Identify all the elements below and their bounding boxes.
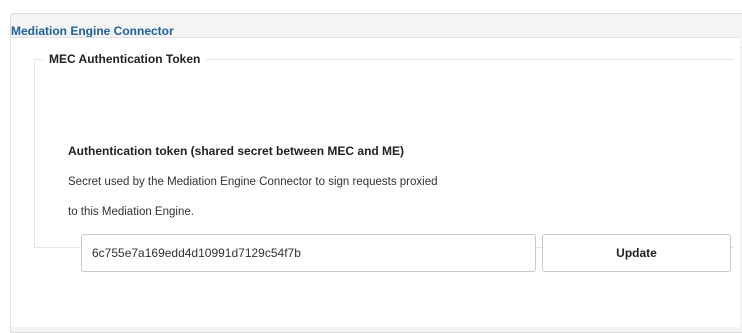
auth-token-description-line1: Secret used by the Mediation Engine Conn… <box>68 176 438 188</box>
auth-token-input[interactable] <box>81 234 536 272</box>
auth-token-legend: MEC Authentication Token <box>49 52 201 66</box>
auth-token-description-line2: to this Mediation Engine. <box>68 206 194 218</box>
update-button[interactable]: Update <box>542 234 731 272</box>
auth-token-label: Authentication token (shared secret betw… <box>68 144 405 158</box>
